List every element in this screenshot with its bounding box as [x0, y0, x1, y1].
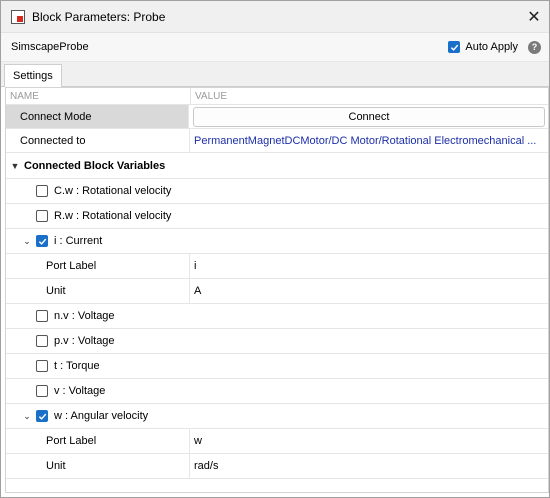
- unit-name: Unit: [46, 285, 66, 297]
- port-label-value[interactable]: w: [194, 435, 202, 447]
- variable-label: C.w : Rotational velocity: [54, 185, 172, 197]
- variable-checkbox[interactable]: [36, 410, 48, 422]
- variable-checkbox[interactable]: [36, 235, 48, 247]
- connected-to-label: Connected to: [20, 134, 86, 147]
- unit-row: Unit A: [6, 279, 548, 304]
- variable-checkbox[interactable]: [36, 360, 48, 372]
- name-column-header: NAME: [6, 88, 191, 104]
- variable-label: R.w : Rotational velocity: [54, 210, 172, 222]
- title-bar: Block Parameters: Probe ✕: [1, 1, 549, 33]
- variable-checkbox[interactable]: [36, 385, 48, 397]
- grid-header: NAME VALUE: [6, 88, 548, 105]
- chevron-down-icon[interactable]: ⌄: [20, 411, 34, 422]
- close-button[interactable]: ✕: [519, 2, 549, 32]
- port-label-row: Port Label w: [6, 429, 548, 454]
- variable-checkbox[interactable]: [36, 185, 48, 197]
- help-icon[interactable]: ?: [528, 40, 541, 54]
- unit-value[interactable]: A: [194, 285, 201, 297]
- value-column-header: VALUE: [195, 90, 228, 102]
- variable-row[interactable]: C.w : Rotational velocity: [6, 179, 548, 204]
- property-grid: NAME VALUE Connect Mode Connect Connecte…: [5, 87, 549, 493]
- connected-to-row: Connected to PermanentMagnetDCMotor/DC M…: [6, 129, 548, 153]
- connected-block-variables-group[interactable]: ▼ Connected Block Variables: [6, 153, 548, 179]
- variable-checkbox[interactable]: [36, 335, 48, 347]
- port-label-row: Port Label i: [6, 254, 548, 279]
- block-name: SimscapeProbe: [11, 41, 89, 53]
- connect-mode-row[interactable]: Connect Mode Connect: [6, 105, 548, 129]
- block-icon: [11, 9, 25, 24]
- variable-row[interactable]: ⌄ i : Current: [6, 229, 548, 254]
- variable-label: w : Angular velocity: [54, 410, 149, 422]
- variable-label: v : Voltage: [54, 385, 106, 397]
- variable-row[interactable]: R.w : Rotational velocity: [6, 204, 548, 229]
- variable-checkbox[interactable]: [36, 310, 48, 322]
- variable-label: n.v : Voltage: [54, 310, 115, 322]
- block-parameters-window: Block Parameters: Probe ✕ SimscapeProbe …: [0, 0, 550, 498]
- connect-mode-label: Connect Mode: [20, 110, 92, 123]
- tab-settings[interactable]: Settings: [4, 64, 62, 87]
- chevron-down-icon[interactable]: ⌄: [20, 236, 34, 247]
- connect-button[interactable]: Connect: [193, 106, 545, 127]
- close-icon: ✕: [527, 8, 541, 26]
- port-label-value[interactable]: i: [194, 260, 196, 272]
- unit-name: Unit: [46, 460, 66, 472]
- block-header: SimscapeProbe Auto Apply ?: [1, 33, 549, 62]
- variable-label: t : Torque: [54, 360, 100, 372]
- tab-strip: Settings: [1, 62, 549, 87]
- variable-row[interactable]: ⌄ w : Angular velocity: [6, 404, 548, 429]
- auto-apply-label: Auto Apply: [465, 41, 518, 53]
- unit-value[interactable]: rad/s: [194, 460, 218, 472]
- port-label-name: Port Label: [46, 260, 97, 272]
- window-title: Block Parameters: Probe: [32, 9, 166, 24]
- variable-row[interactable]: p.v : Voltage: [6, 329, 548, 354]
- variable-label: i : Current: [54, 235, 103, 247]
- chevron-down-icon[interactable]: ▼: [8, 161, 22, 171]
- group-label: Connected Block Variables: [24, 159, 166, 172]
- auto-apply-checkbox[interactable]: [448, 41, 461, 53]
- connected-block-link[interactable]: PermanentMagnetDCMotor/DC Motor/Rotation…: [194, 135, 536, 147]
- auto-apply-toggle[interactable]: Auto Apply: [448, 41, 518, 53]
- variable-row[interactable]: n.v : Voltage: [6, 304, 548, 329]
- variable-checkbox[interactable]: [36, 210, 48, 222]
- variable-row[interactable]: v : Voltage: [6, 379, 548, 404]
- variable-row[interactable]: t : Torque: [6, 354, 548, 379]
- variable-label: p.v : Voltage: [54, 335, 115, 347]
- port-label-name: Port Label: [46, 435, 97, 447]
- unit-row: Unit rad/s: [6, 454, 548, 479]
